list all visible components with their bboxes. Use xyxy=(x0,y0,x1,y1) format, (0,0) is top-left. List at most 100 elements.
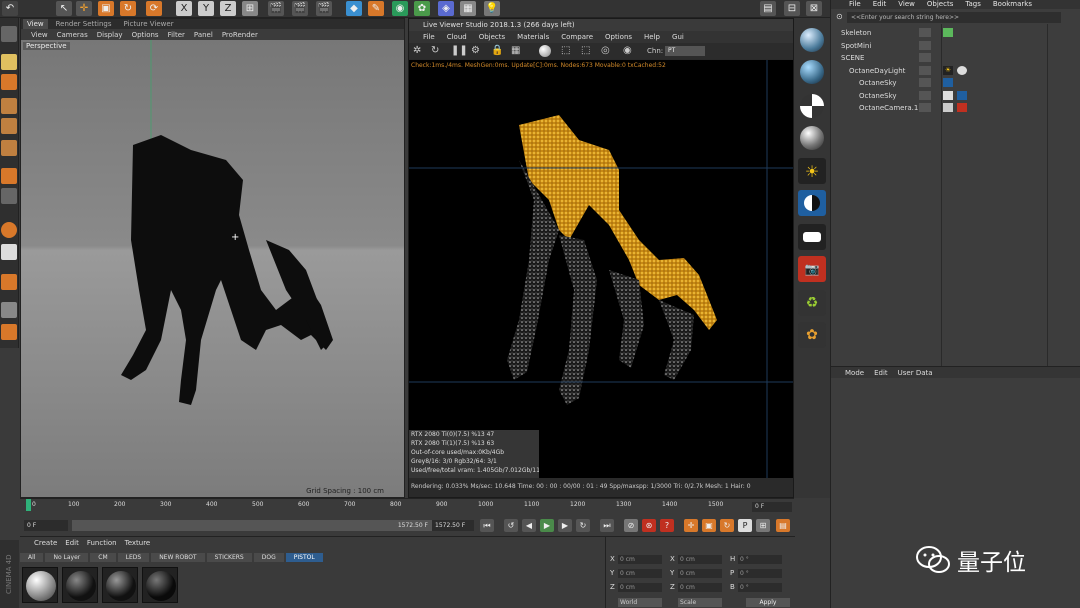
pick-material-icon[interactable]: ◉ xyxy=(623,45,632,56)
position-key-icon[interactable]: ✛ xyxy=(684,519,698,532)
lv-menu-compare[interactable]: Compare xyxy=(561,33,593,41)
layout-switch-icon[interactable]: ⊟ xyxy=(784,1,800,16)
preview-range-slider[interactable]: 1572.50 F xyxy=(72,520,432,531)
am-menu-edit[interactable]: Edit xyxy=(874,369,888,377)
layer-tab-cm[interactable]: CM xyxy=(90,553,116,562)
scale-key-icon[interactable]: ▣ xyxy=(702,519,716,532)
visibility-toggle[interactable] xyxy=(919,41,931,50)
channel-select[interactable]: PT xyxy=(665,46,705,56)
timeline-icon[interactable]: ▤ xyxy=(776,519,790,532)
layer-tab-all[interactable]: All xyxy=(20,553,44,562)
region-render-icon[interactable]: ⬚ xyxy=(561,45,570,56)
cycle-icon[interactable]: ↻ xyxy=(576,519,590,532)
om-menu-tags[interactable]: Tags xyxy=(965,0,981,9)
camera-tag-icon[interactable] xyxy=(943,103,953,112)
size-mode-select[interactable]: Scale xyxy=(678,598,722,607)
size-z-field[interactable]: 0 cm xyxy=(678,583,722,592)
layout-icon[interactable]: ▤ xyxy=(760,1,776,16)
menu-cameras[interactable]: Cameras xyxy=(57,31,88,39)
menu-options[interactable]: Options xyxy=(132,31,159,39)
go-to-end-icon[interactable]: ⏭ xyxy=(600,519,614,532)
area-light-icon[interactable] xyxy=(798,224,826,250)
position-y-field[interactable]: 0 cm xyxy=(618,569,662,578)
autokey-icon[interactable]: ⊛ xyxy=(642,519,656,532)
light-tag-icon[interactable] xyxy=(957,66,967,75)
om-menu-bookmarks[interactable]: Bookmarks xyxy=(993,0,1032,9)
timeline-ruler[interactable]: 0 100 200 300 400 500 600 700 800 900 10… xyxy=(20,498,794,516)
layer-tab-leds[interactable]: LEDS xyxy=(117,553,150,562)
model-mode-icon[interactable] xyxy=(1,26,17,42)
save-icon[interactable]: ▦ xyxy=(511,45,520,56)
soft-select-icon[interactable] xyxy=(1,222,17,238)
object-row[interactable]: SpotMini xyxy=(831,40,1080,52)
restart-icon[interactable]: ↻ xyxy=(431,45,439,56)
texture-mode-icon[interactable] xyxy=(1,54,17,70)
coordinate-mode-select[interactable]: World xyxy=(618,598,662,607)
pause-icon[interactable]: ❚❚ xyxy=(451,45,468,56)
perspective-viewport[interactable]: + Perspective Grid Spacing : 100 cm xyxy=(21,40,404,497)
tweak-mode-icon[interactable] xyxy=(1,188,17,204)
current-frame-field[interactable]: 0 F xyxy=(752,502,792,512)
record-keys-icon[interactable]: ⊘ xyxy=(624,519,638,532)
polygons-mode-icon[interactable] xyxy=(1,140,17,156)
tab-picture-viewer[interactable]: Picture Viewer xyxy=(119,19,177,29)
gear-icon[interactable]: ✲ xyxy=(413,45,421,56)
render-settings-icon[interactable]: 🎬 xyxy=(316,1,332,16)
z-axis-lock-icon[interactable]: Z xyxy=(220,1,236,16)
object-row[interactable]: OctaneCamera.1 xyxy=(831,102,1080,114)
pen-icon[interactable]: ✎ xyxy=(368,1,384,16)
snap-icon[interactable] xyxy=(1,244,17,260)
visibility-toggle[interactable] xyxy=(919,78,931,87)
render-output[interactable]: Check:1ms./4ms. MeshGen:0ms. Update[C]:0… xyxy=(409,60,793,478)
refresh-icon[interactable]: ♻ xyxy=(798,290,826,316)
material-thumbnail[interactable] xyxy=(22,567,58,603)
point-level-icon[interactable]: ⊞ xyxy=(756,519,770,532)
render-picture-viewer-icon[interactable]: 🎬 xyxy=(292,1,308,16)
workplane-icon[interactable] xyxy=(1,74,17,90)
min-frame-field[interactable]: 0 F xyxy=(24,520,68,531)
layer-tab-new-robot[interactable]: NEW ROBOT xyxy=(151,553,205,562)
menu-display[interactable]: Display xyxy=(97,31,123,39)
move-icon[interactable]: ✛ xyxy=(76,1,92,16)
sun-tag-icon[interactable]: ☀ xyxy=(943,66,953,75)
am-menu-user-data[interactable]: User Data xyxy=(898,369,933,377)
sky-tag-icon[interactable] xyxy=(957,91,967,100)
scale-icon[interactable]: ▣ xyxy=(98,1,114,16)
lv-menu-gui[interactable]: Gui xyxy=(672,33,684,41)
sun-icon[interactable]: ☀ xyxy=(798,158,826,184)
checker-sphere-icon[interactable] xyxy=(800,94,824,118)
lv-menu-options[interactable]: Options xyxy=(605,33,632,41)
position-z-field[interactable]: 0 cm xyxy=(618,583,662,592)
settings-icon[interactable]: ⚙ xyxy=(471,45,480,56)
object-row[interactable]: OctaneSky xyxy=(831,77,1080,89)
deformer-icon[interactable]: ◈ xyxy=(438,1,454,16)
menu-prorender[interactable]: ProRender xyxy=(222,31,258,39)
floor-icon[interactable]: ▦ xyxy=(460,1,476,16)
camera-icon[interactable]: 📷 xyxy=(798,256,826,282)
visibility-toggle[interactable] xyxy=(919,103,931,112)
material-sphere-icon[interactable] xyxy=(800,28,824,52)
am-menu-mode[interactable]: Mode xyxy=(845,369,864,377)
coordinate-system-icon[interactable]: ⊞ xyxy=(242,1,258,16)
keyframe-selection-icon[interactable]: ? xyxy=(660,519,674,532)
tree-icon[interactable]: ✿ xyxy=(798,322,826,348)
om-menu-objects[interactable]: Objects xyxy=(927,0,953,9)
object-row[interactable]: SCENE xyxy=(831,52,1080,64)
om-menu-view[interactable]: View xyxy=(898,0,915,9)
tab-view[interactable]: View xyxy=(23,19,48,29)
points-mode-icon[interactable] xyxy=(1,98,17,114)
sky-icon[interactable] xyxy=(798,190,826,216)
y-axis-lock-icon[interactable]: Y xyxy=(198,1,214,16)
lock-icon[interactable]: 🔒 xyxy=(491,45,503,56)
object-row[interactable]: OctaneSky xyxy=(831,90,1080,102)
render-view-icon[interactable]: 🎬 xyxy=(268,1,284,16)
film-region-icon[interactable]: ⬚ xyxy=(581,45,590,56)
size-y-field[interactable]: 0 cm xyxy=(678,569,722,578)
object-search-input[interactable]: <<Enter your search string here>> xyxy=(847,12,1061,23)
go-to-start-icon[interactable]: ⏮ xyxy=(480,519,494,532)
rotation-b-field[interactable]: 0 ° xyxy=(738,583,782,592)
rotate-icon[interactable]: ↻ xyxy=(120,1,136,16)
rotation-key-icon[interactable]: ↻ xyxy=(720,519,734,532)
om-menu-file[interactable]: File xyxy=(849,0,861,9)
om-menu-edit[interactable]: Edit xyxy=(873,0,887,9)
